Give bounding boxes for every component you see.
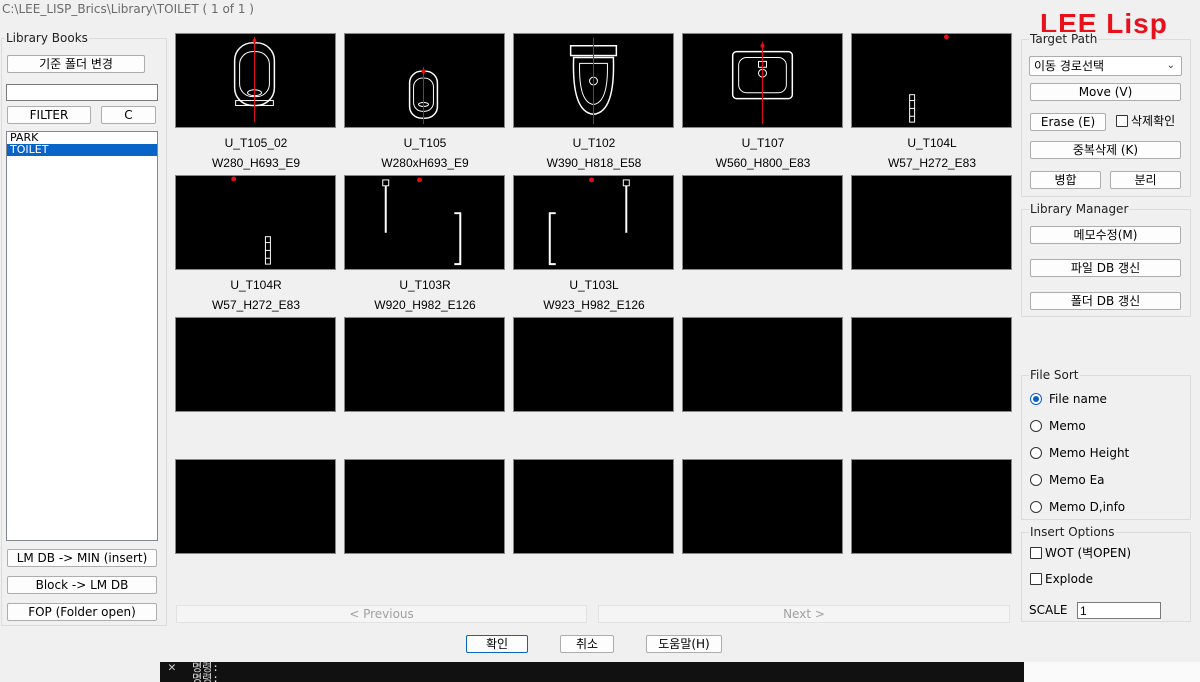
thumbnail-15[interactable] (851, 317, 1012, 412)
wot-label: WOT (벽OPEN) (1045, 546, 1132, 560)
grab-bar-icon (548, 177, 630, 266)
dedupe-button[interactable]: 중복삭제 (K) (1030, 141, 1181, 159)
thumbnail-info: W560_H800_E83 (715, 156, 811, 170)
library-manager-label: Library Manager (1029, 202, 1130, 216)
thumbnail-info: W57_H272_E83 (887, 156, 977, 170)
console-line-2: 명령: (192, 672, 219, 682)
sort-option-label: Memo D,info (1049, 500, 1126, 514)
file-db-refresh-button[interactable]: 파일 DB 갱신 (1030, 259, 1181, 277)
thumbnail-name: U_T102 (572, 136, 616, 150)
target-path-select-value: 이동 경로선택 (1034, 59, 1105, 73)
cancel-button[interactable]: 취소 (560, 635, 614, 653)
thumbnail-name: U_T105 (403, 136, 447, 150)
target-path-select[interactable]: 이동 경로선택 ⌄ (1029, 56, 1182, 76)
thumbnail-name: U_T103R (399, 278, 451, 292)
thumbnail-13[interactable] (513, 317, 674, 412)
background-area (1024, 662, 1200, 682)
split-button[interactable]: 분리 (1110, 171, 1181, 189)
memo-edit-button[interactable]: 메모수정(M) (1030, 226, 1181, 244)
target-path-label: Target Path (1029, 32, 1099, 46)
grab-bar-icon (382, 177, 462, 266)
ok-button[interactable]: 확인 (466, 635, 528, 653)
washbasin-icon (731, 41, 794, 125)
filter-button[interactable]: FILTER (7, 106, 91, 124)
faucet-icon (231, 176, 271, 265)
thumbnail-2[interactable] (344, 33, 505, 128)
folder-open-button[interactable]: FOP (Folder open) (7, 603, 157, 621)
thumbnail-info: W280xH693_E9 (381, 156, 469, 170)
block-to-lm-db-button[interactable]: Block -> LM DB (7, 576, 157, 594)
merge-button[interactable]: 병합 (1030, 171, 1101, 189)
scale-label: SCALE (1029, 603, 1068, 617)
explode-label: Explode (1045, 572, 1093, 586)
previous-page-button[interactable]: < Previous (176, 605, 587, 623)
delete-confirm-label: 삭제확인 (1131, 114, 1176, 128)
thumbnail-19[interactable] (682, 459, 843, 554)
thumbnail-12[interactable] (344, 317, 505, 412)
thumbnail-name: U_T104R (230, 278, 282, 292)
thumbnail-8[interactable] (513, 175, 674, 270)
thumbnail-3[interactable] (513, 33, 674, 128)
sort-option-label: Memo Height (1049, 446, 1130, 460)
move-button[interactable]: Move (V) (1030, 83, 1181, 101)
chevron-down-icon: ⌄ (1166, 60, 1175, 71)
file-sort-label: File Sort (1029, 368, 1080, 382)
thumbnail-name: U_T104L (907, 136, 957, 150)
sort-option-label: File name (1049, 392, 1107, 406)
thumbnail-18[interactable] (513, 459, 674, 554)
thumbnail-name: U_T105_02 (224, 136, 288, 150)
thumbnail-info: W390_H818_E58 (546, 156, 642, 170)
urinal-small-icon (408, 67, 439, 125)
sort-radio-2[interactable] (1030, 420, 1042, 432)
delete-confirm-checkbox[interactable] (1116, 115, 1128, 127)
thumbnail-16[interactable] (175, 459, 336, 554)
sort-radio-5[interactable] (1030, 501, 1042, 513)
thumbnail-17[interactable] (344, 459, 505, 554)
next-page-button[interactable]: Next > (598, 605, 1010, 623)
sort-option-label: Memo Ea (1049, 473, 1105, 487)
thumbnail-7[interactable] (344, 175, 505, 270)
explode-checkbox[interactable] (1030, 573, 1042, 585)
toilet-icon (569, 37, 618, 125)
thumbnail-name: U_T107 (741, 136, 785, 150)
scale-input[interactable] (1077, 602, 1161, 619)
thumbnail-5[interactable] (851, 33, 1012, 128)
filter-input[interactable] (6, 84, 158, 101)
urinal-icon (233, 36, 276, 123)
insert-options-label: Insert Options (1029, 525, 1116, 539)
thumbnail-20[interactable] (851, 459, 1012, 554)
thumbnail-6[interactable] (175, 175, 336, 270)
thumbnail-1[interactable] (175, 33, 336, 128)
lm-db-to-min-button[interactable]: LM DB -> MIN (insert) (7, 549, 157, 567)
sort-radio-3[interactable] (1030, 447, 1042, 459)
clear-filter-button[interactable]: C (101, 106, 156, 124)
sort-radio-4[interactable] (1030, 474, 1042, 486)
console-line-1: 명령: (192, 661, 219, 674)
thumbnail-4[interactable] (682, 33, 843, 128)
library-books-label: Library Books (5, 31, 89, 45)
folder-db-refresh-button[interactable]: 폴더 DB 갱신 (1030, 292, 1181, 310)
list-item-toilet[interactable]: TOILET (7, 144, 157, 156)
thumbnail-11[interactable] (175, 317, 336, 412)
window-title: C:\LEE_LISP_Brics\Library\TOILET ( 1 of … (2, 2, 254, 16)
base-folder-button[interactable]: 기준 폴더 변경 (7, 55, 145, 73)
faucet-icon (909, 34, 949, 123)
thumbnail-name: U_T103L (569, 278, 619, 292)
sort-option-label: Memo (1049, 419, 1086, 433)
thumbnail-info: W920_H982_E126 (374, 298, 476, 312)
thumbnail-info: W280_H693_E9 (211, 156, 301, 170)
command-console: ✕ 명령: 명령: (160, 661, 1024, 682)
help-button[interactable]: 도움말(H) (646, 635, 722, 653)
thumbnail-14[interactable] (682, 317, 843, 412)
thumbnail-9[interactable] (682, 175, 843, 270)
thumbnail-info: W923_H982_E126 (543, 298, 645, 312)
thumbnail-info: W57_H272_E83 (211, 298, 301, 312)
erase-button[interactable]: Erase (E) (1030, 113, 1106, 131)
move-button-label: Move (V) (1078, 85, 1133, 99)
wot-checkbox[interactable] (1030, 547, 1042, 559)
thumbnail-10[interactable] (851, 175, 1012, 270)
sort-radio-1[interactable] (1030, 393, 1042, 405)
close-icon[interactable]: ✕ (168, 661, 176, 674)
library-books-list[interactable]: PARK TOILET (6, 131, 158, 541)
